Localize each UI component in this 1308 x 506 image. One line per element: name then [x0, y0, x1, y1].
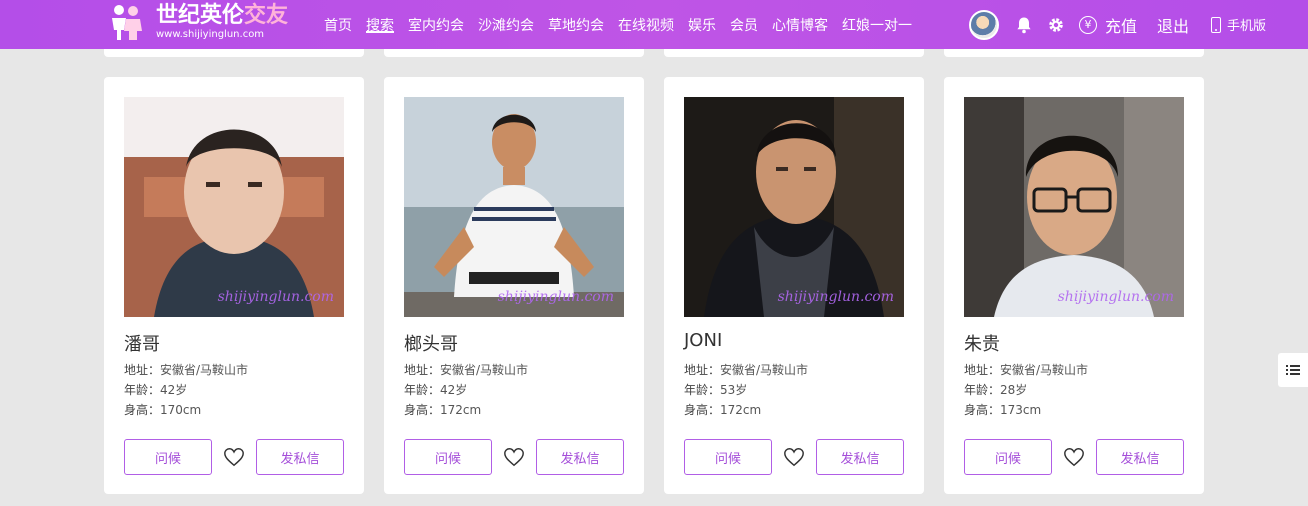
- profile-photo[interactable]: shijiyinglun.com: [124, 97, 344, 317]
- recharge-label: 充值: [1105, 16, 1138, 36]
- logo-url: www.shijiyinglun.com: [156, 28, 265, 40]
- heart-icon[interactable]: [1063, 446, 1085, 468]
- top-navigation-bar: 世纪英伦交友 www.shijiyinglun.com 首页 搜索 室内约会 沙…: [0, 0, 1308, 49]
- previous-card-stub: [384, 49, 644, 57]
- send-message-button[interactable]: 发私信: [816, 439, 904, 475]
- yen-icon: ¥: [1079, 15, 1097, 34]
- send-message-button[interactable]: 发私信: [256, 439, 344, 475]
- height-value: 173cm: [1000, 403, 1042, 417]
- header-user-area: ¥ 充值 退出 手机版: [969, 0, 1266, 49]
- nav-item-home[interactable]: 首页: [324, 0, 352, 49]
- heart-icon[interactable]: [503, 446, 525, 468]
- height-label: 身高：: [124, 403, 161, 417]
- address-label: 地址：: [964, 363, 1001, 377]
- profile-name[interactable]: 榔头哥: [404, 330, 458, 356]
- age-label: 年龄：: [404, 383, 441, 397]
- profile-height: 身高：173cm: [964, 401, 1041, 418]
- profile-name[interactable]: JONI: [684, 330, 722, 351]
- profile-card: shijiyinglun.com 榔头哥 地址：安徽省/马鞍山市 年龄：42岁 …: [384, 77, 644, 494]
- profile-name[interactable]: 朱贵: [964, 330, 1000, 356]
- profile-card: shijiyinglun.com JONI 地址：安徽省/马鞍山市 年龄：53岁…: [664, 77, 924, 494]
- profile-card: shijiyinglun.com 朱贵 地址：安徽省/马鞍山市 年龄：28岁 身…: [944, 77, 1204, 494]
- send-message-button[interactable]: 发私信: [1096, 439, 1184, 475]
- profile-age: 年龄：28岁: [964, 381, 1027, 398]
- age-label: 年龄：: [964, 383, 1001, 397]
- photo-watermark: shijiyinglun.com: [497, 289, 614, 305]
- age-label: 年龄：: [684, 383, 721, 397]
- photo-watermark: shijiyinglun.com: [1057, 289, 1174, 305]
- profile-card: shijiyinglun.com 潘哥 地址：安徽省/马鞍山市 年龄：42岁 身…: [104, 77, 364, 494]
- profile-address: 地址：安徽省/马鞍山市: [684, 361, 808, 378]
- previous-card-stub: [664, 49, 924, 57]
- height-label: 身高：: [964, 403, 1001, 417]
- age-value: 28岁: [1000, 383, 1028, 397]
- age-value: 42岁: [440, 383, 468, 397]
- profile-photo[interactable]: shijiyinglun.com: [404, 97, 624, 317]
- profile-age: 年龄：53岁: [684, 381, 747, 398]
- nav-item-beach-date[interactable]: 沙滩约会: [478, 0, 534, 49]
- height-value: 172cm: [720, 403, 762, 417]
- height-value: 170cm: [160, 403, 202, 417]
- heart-icon[interactable]: [223, 446, 245, 468]
- nav-item-search[interactable]: 搜索: [366, 0, 394, 49]
- logo-title-accent: 交友: [244, 2, 289, 28]
- side-menu-toggle[interactable]: [1278, 353, 1308, 387]
- profile-address: 地址：安徽省/马鞍山市: [124, 361, 248, 378]
- profile-age: 年龄：42岁: [124, 381, 187, 398]
- profile-height: 身高：172cm: [404, 401, 481, 418]
- send-message-button[interactable]: 发私信: [536, 439, 624, 475]
- nav-item-matchmaker[interactable]: 红娘一对一: [842, 0, 912, 49]
- photo-watermark: shijiyinglun.com: [217, 289, 334, 305]
- height-value: 172cm: [440, 403, 482, 417]
- profile-height: 身高：172cm: [684, 401, 761, 418]
- recharge-button[interactable]: ¥ 充值: [1079, 13, 1137, 37]
- profile-name[interactable]: 潘哥: [124, 330, 160, 356]
- address-value: 安徽省/马鞍山市: [160, 363, 249, 377]
- greet-button[interactable]: 问候: [404, 439, 492, 475]
- previous-card-stub: [944, 49, 1204, 57]
- profile-address: 地址：安徽省/马鞍山市: [964, 361, 1088, 378]
- address-label: 地址：: [404, 363, 441, 377]
- nav-item-mood-blog[interactable]: 心情博客: [772, 0, 828, 49]
- nav-item-entertainment[interactable]: 娱乐: [688, 0, 716, 49]
- greet-button[interactable]: 问候: [964, 439, 1052, 475]
- nav-item-online-video[interactable]: 在线视频: [618, 0, 674, 49]
- site-logo[interactable]: 世纪英伦交友 www.shijiyinglun.com: [108, 2, 288, 42]
- heart-icon[interactable]: [783, 446, 805, 468]
- profile-photo[interactable]: shijiyinglun.com: [964, 97, 1184, 317]
- mobile-version-label: 手机版: [1227, 19, 1267, 34]
- photo-watermark: shijiyinglun.com: [777, 289, 894, 305]
- logout-button[interactable]: 退出: [1157, 13, 1189, 37]
- height-label: 身高：: [684, 403, 721, 417]
- address-label: 地址：: [684, 363, 721, 377]
- nav-item-indoor-date[interactable]: 室内约会: [408, 0, 464, 49]
- nav-item-membership[interactable]: 会员: [730, 0, 758, 49]
- list-icon: [1286, 365, 1300, 375]
- previous-card-stub: [104, 49, 364, 57]
- gear-icon[interactable]: [1047, 16, 1065, 34]
- logo-title-main: 世纪英伦: [156, 2, 245, 28]
- address-value: 安徽省/马鞍山市: [720, 363, 809, 377]
- address-value: 安徽省/马鞍山市: [1000, 363, 1089, 377]
- nav-item-lawn-date[interactable]: 草地约会: [548, 0, 604, 49]
- logo-couple-icon: [108, 2, 144, 42]
- age-value: 53岁: [720, 383, 748, 397]
- greet-button[interactable]: 问候: [124, 439, 212, 475]
- address-value: 安徽省/马鞍山市: [440, 363, 529, 377]
- height-label: 身高：: [404, 403, 441, 417]
- profile-height: 身高：170cm: [124, 401, 201, 418]
- age-value: 42岁: [160, 383, 188, 397]
- user-avatar[interactable]: [969, 9, 999, 40]
- profile-photo[interactable]: shijiyinglun.com: [684, 97, 904, 317]
- profile-age: 年龄：42岁: [404, 381, 467, 398]
- profile-address: 地址：安徽省/马鞍山市: [404, 361, 528, 378]
- age-label: 年龄：: [124, 383, 161, 397]
- bell-icon[interactable]: [1015, 16, 1033, 34]
- address-label: 地址：: [124, 363, 161, 377]
- mobile-version-link[interactable]: 手机版: [1211, 15, 1266, 34]
- main-nav: 首页 搜索 室内约会 沙滩约会 草地约会 在线视频 娱乐 会员 心情博客 红娘一…: [324, 0, 926, 49]
- phone-icon: [1211, 16, 1222, 33]
- greet-button[interactable]: 问候: [684, 439, 772, 475]
